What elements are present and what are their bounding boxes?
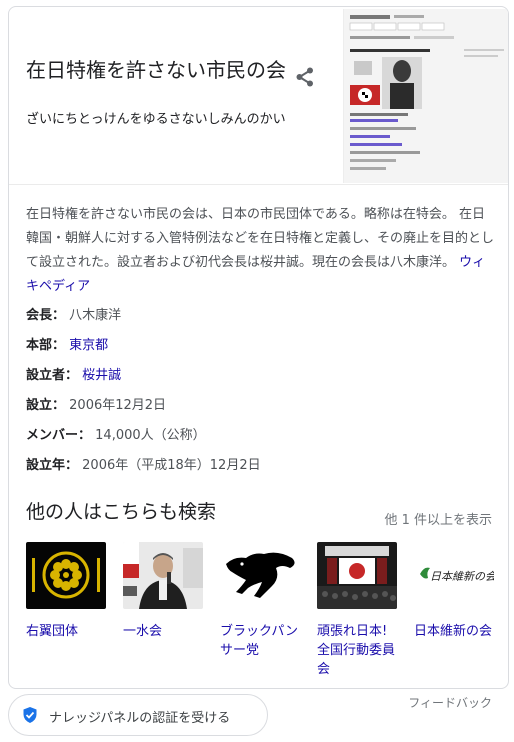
description-text: 在日特権を許さない市民の会は、日本の市民団体である。略称は在特会。 在日韓国・朝… xyxy=(26,207,495,270)
fact-key: 会長： xyxy=(26,308,66,323)
related-item-label: 頑張れ日本!全国行動委員会 xyxy=(317,624,396,677)
fact-founded: 設立： 2006年12月2日 xyxy=(26,391,496,421)
related-item-image: 日本維新の会 xyxy=(414,542,494,609)
fact-value: 2006年12月2日 xyxy=(69,398,167,413)
fact-founded-year: 設立年： 2006年（平成18年）12月2日 xyxy=(26,451,496,481)
claim-panel-label: ナレッジパネルの認証を受ける xyxy=(49,711,231,726)
related-item-1[interactable]: 右翼団体 xyxy=(26,542,108,641)
header-image[interactable] xyxy=(343,9,508,183)
related-item-image xyxy=(317,542,397,609)
fact-value: 14,000人（公称） xyxy=(95,428,206,443)
feedback-link[interactable]: フィードバック xyxy=(408,694,492,711)
fact-key: 設立者： xyxy=(26,368,79,383)
knowledge-panel: 在日特権を許さない市民の会 ざいにちとっけんをゆるさないしみんのかい 在日特権を… xyxy=(8,6,509,689)
facts-list: 会長： 八木康洋 本部： 東京都 設立者： 桜井誠 設立： 2006年12月2日… xyxy=(26,301,496,481)
fact-chairman: 会長： 八木康洋 xyxy=(26,301,496,331)
related-item-3[interactable]: ブラックパンサー党 xyxy=(220,542,302,660)
verified-check-icon xyxy=(21,706,39,724)
fact-value: 2006年（平成18年）12月2日 xyxy=(82,458,261,473)
fact-key: メンバー： xyxy=(26,428,92,443)
related-item-label: 右翼団体 xyxy=(26,624,79,639)
fact-founder: 設立者： 桜井誠 xyxy=(26,361,496,391)
fact-key: 設立： xyxy=(26,398,66,413)
related-item-label: ブラックパンサー党 xyxy=(220,624,299,658)
related-item-image xyxy=(26,542,106,609)
share-icon[interactable] xyxy=(293,65,317,89)
fact-value: 八木康洋 xyxy=(69,308,122,323)
fact-headquarters: 本部： 東京都 xyxy=(26,331,496,361)
description: 在日特権を許さない市民の会は、日本の市民団体である。略称は在特会。 在日韓国・朝… xyxy=(26,203,496,299)
related-item-label: 日本維新の会 xyxy=(414,624,493,639)
fact-value-link[interactable]: 桜井誠 xyxy=(82,368,121,383)
fact-key: 本部： xyxy=(26,338,66,353)
panel-header: 在日特権を許さない市民の会 ざいにちとっけんをゆるさないしみんのかい xyxy=(9,7,508,185)
related-searches-title: 他の人はこちらも検索 xyxy=(26,501,217,523)
fact-members: メンバー： 14,000人（公称） xyxy=(26,421,496,451)
fact-key: 設立年： xyxy=(26,458,79,473)
fact-value-link[interactable]: 東京都 xyxy=(69,338,108,353)
related-item-label: 一水会 xyxy=(123,624,163,639)
related-item-5[interactable]: 日本維新の会 日本維新の会 xyxy=(414,542,496,641)
panel-subtitle: ざいにちとっけんをゆるさないしみんのかい xyxy=(26,112,286,127)
related-item-image xyxy=(123,542,203,609)
related-item-2[interactable]: 一水会 xyxy=(123,542,205,641)
related-item-4[interactable]: 頑張れ日本!全国行動委員会 xyxy=(317,542,399,679)
panel-title: 在日特権を許さない市民の会 xyxy=(26,58,286,82)
claim-panel-button[interactable]: ナレッジパネルの認証を受ける xyxy=(8,694,268,736)
show-more-link[interactable]: 他 1 件以上を表示 xyxy=(384,509,492,528)
related-item-image xyxy=(220,542,300,609)
logo-text: 日本維新の会 xyxy=(430,570,494,583)
